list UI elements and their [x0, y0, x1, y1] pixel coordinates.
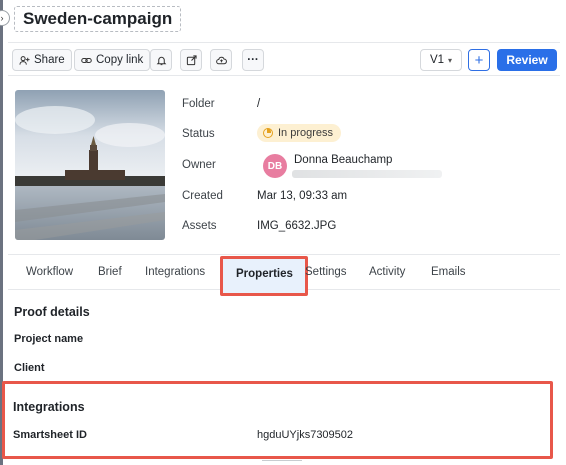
version-label: V1 [429, 54, 445, 66]
tab-activity[interactable]: Activity [369, 266, 405, 278]
stockholm-city-hall-image [15, 90, 165, 240]
smartsheet-id-label: Smartsheet ID [13, 429, 87, 441]
assets-value[interactable]: IMG_6632.JPG [257, 220, 336, 232]
owner-label: Owner [182, 159, 216, 171]
created-value: Mar 13, 09:33 am [257, 190, 348, 202]
tab-integrations[interactable]: Integrations [145, 266, 205, 278]
integrations-highlight [2, 381, 553, 459]
status-label: Status [182, 128, 215, 140]
more-options-button[interactable]: ··· [242, 49, 264, 71]
upload-button[interactable] [210, 49, 232, 71]
bell-icon [156, 56, 166, 65]
owner-email-redacted [292, 170, 442, 178]
divider [262, 460, 302, 465]
copy-link-label: Copy link [96, 54, 144, 66]
add-version-button[interactable]: + [468, 49, 490, 71]
integrations-heading: Integrations [13, 400, 85, 414]
status-value: In progress [278, 127, 334, 139]
toolbar: Share Copy link ··· V1 ▾ + Review [8, 42, 560, 76]
avatar: DB [263, 154, 287, 178]
tab-emails[interactable]: Emails [431, 266, 466, 278]
client-label: Client [14, 362, 45, 374]
status-badge[interactable]: In progress [257, 124, 342, 142]
folder-label: Folder [182, 98, 215, 110]
copy-link-button[interactable]: Copy link [74, 49, 151, 71]
assets-label: Assets [182, 220, 217, 232]
more-icon: ··· [247, 54, 259, 66]
export-icon [186, 54, 197, 65]
collapse-sidebar-button[interactable]: › [0, 10, 10, 26]
link-icon [81, 57, 92, 63]
proof-title[interactable]: Sweden-campaign [14, 6, 182, 32]
tab-properties[interactable]: Properties [220, 256, 308, 296]
review-button[interactable]: Review [497, 49, 557, 71]
chevron-down-icon: ▾ [448, 55, 453, 65]
project-name-label: Project name [14, 333, 84, 345]
notifications-button[interactable] [150, 49, 172, 71]
cloud-upload-icon [215, 56, 227, 64]
tab-bar: Workflow Brief Integrations Properties S… [8, 254, 560, 296]
tab-properties-label: Properties [236, 268, 293, 280]
share-button[interactable]: Share [12, 49, 72, 71]
export-button[interactable] [180, 49, 202, 71]
tab-settings[interactable]: Settings [305, 266, 347, 278]
created-label: Created [182, 190, 223, 202]
add-user-icon [19, 55, 30, 65]
asset-thumbnail[interactable] [15, 90, 165, 240]
chevron-right-icon: › [0, 13, 4, 23]
smartsheet-id-value[interactable]: hgduUYjks7309502 [257, 429, 353, 441]
share-label: Share [34, 54, 65, 66]
folder-value[interactable]: / [257, 98, 260, 110]
progress-icon [263, 128, 273, 138]
version-select[interactable]: V1 ▾ [420, 49, 462, 71]
proof-details-heading: Proof details [14, 305, 90, 319]
tab-brief[interactable]: Brief [98, 266, 122, 278]
owner-name[interactable]: Donna Beauchamp [294, 154, 392, 166]
plus-icon: + [474, 51, 484, 69]
tab-workflow[interactable]: Workflow [26, 266, 73, 278]
